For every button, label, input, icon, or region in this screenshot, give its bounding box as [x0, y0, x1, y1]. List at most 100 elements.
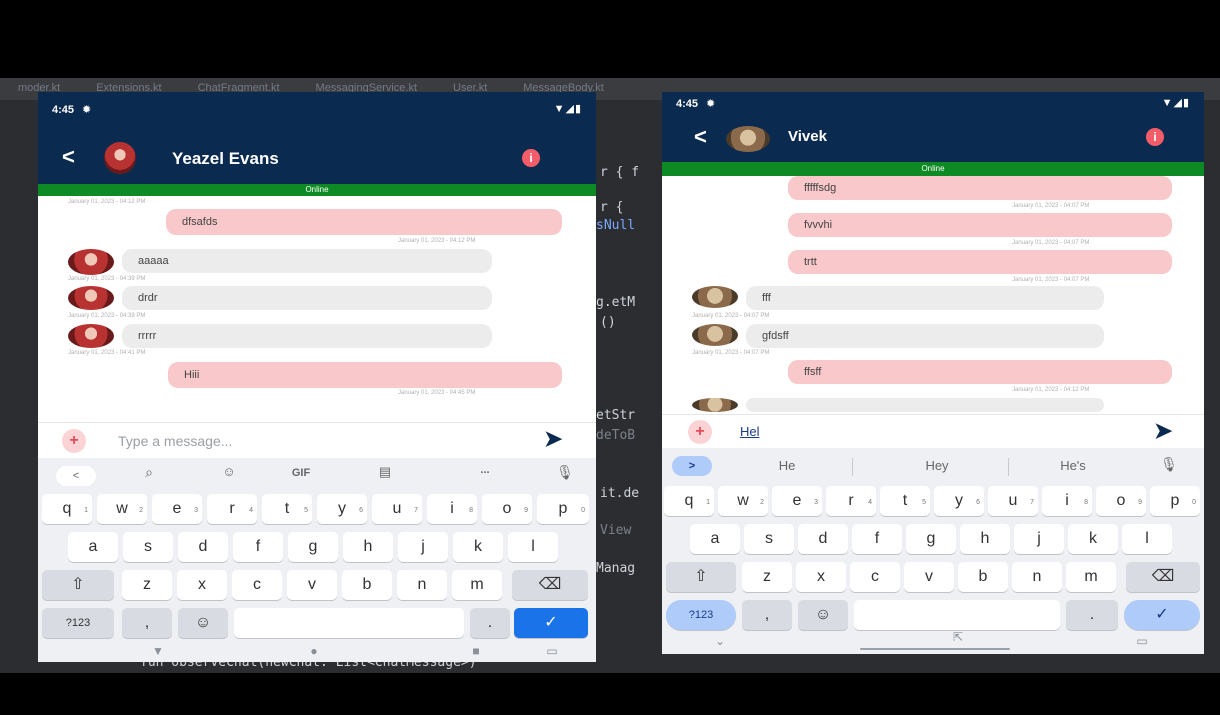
search-icon[interactable]: ⌕: [134, 464, 164, 481]
key-d[interactable]: d: [798, 524, 848, 554]
key-n[interactable]: n: [397, 570, 447, 600]
sent-message[interactable]: Hiii: [168, 362, 562, 388]
mic-icon[interactable]: 🎙: [1154, 456, 1184, 473]
suggestion-expand-icon[interactable]: >: [672, 456, 712, 476]
enter-check-icon[interactable]: ✓: [1124, 600, 1200, 630]
sent-message[interactable]: ffsff: [788, 360, 1172, 384]
key-z[interactable]: z: [742, 562, 792, 592]
key-a[interactable]: a: [68, 532, 118, 562]
sent-message[interactable]: trtt: [788, 250, 1172, 274]
key-f[interactable]: f: [233, 532, 283, 562]
key-y[interactable]: y6: [317, 494, 367, 524]
nav-back-icon[interactable]: ▼: [148, 644, 168, 658]
key-t[interactable]: t5: [880, 486, 930, 516]
keyboard-hide-icon[interactable]: ⌄: [710, 634, 730, 648]
more-icon[interactable]: ...: [470, 464, 500, 476]
comma-key[interactable]: ,: [122, 608, 172, 638]
send-icon[interactable]: ➤: [544, 426, 562, 452]
key-c[interactable]: c: [850, 562, 900, 592]
period-key[interactable]: .: [470, 608, 510, 638]
emoji-key-icon[interactable]: ☺: [178, 608, 228, 638]
key-g[interactable]: g: [906, 524, 956, 554]
key-j[interactable]: j: [398, 532, 448, 562]
key-l[interactable]: l: [1122, 524, 1172, 554]
key-v[interactable]: v: [287, 570, 337, 600]
suggestion[interactable]: He's: [1028, 458, 1118, 473]
back-arrow-icon[interactable]: <: [694, 124, 707, 150]
backspace-key[interactable]: ⌫: [1126, 562, 1200, 592]
symbols-key[interactable]: ?123: [666, 600, 736, 630]
back-arrow-icon[interactable]: <: [62, 144, 75, 170]
attach-plus-icon[interactable]: +: [62, 429, 86, 453]
key-p[interactable]: p0: [537, 494, 589, 524]
key-w[interactable]: w2: [97, 494, 147, 524]
key-x[interactable]: x: [177, 570, 227, 600]
key-r[interactable]: r4: [207, 494, 257, 524]
enter-check-icon[interactable]: ✓: [514, 608, 588, 638]
received-message[interactable]: fff: [746, 286, 1104, 310]
received-message[interactable]: rrrrr: [122, 324, 492, 348]
keyboard-switch-icon[interactable]: ▭: [1132, 634, 1152, 648]
comma-key[interactable]: ,: [742, 600, 792, 630]
received-message[interactable]: aaaaa: [122, 249, 492, 273]
backspace-key[interactable]: ⌫: [512, 570, 588, 600]
key-h[interactable]: h: [960, 524, 1010, 554]
mic-icon[interactable]: 🎙: [550, 464, 580, 481]
key-d[interactable]: d: [178, 532, 228, 562]
key-y[interactable]: y6: [934, 486, 984, 516]
key-u[interactable]: u7: [988, 486, 1038, 516]
key-s[interactable]: s: [744, 524, 794, 554]
received-message[interactable]: [746, 398, 1104, 412]
keyboard-collapse-icon[interactable]: <: [56, 466, 96, 486]
emoji-key-icon[interactable]: ☺: [798, 600, 848, 630]
shift-key[interactable]: ⇧: [666, 562, 736, 592]
key-g[interactable]: g: [288, 532, 338, 562]
message-input[interactable]: Hel: [740, 424, 760, 439]
space-key[interactable]: [854, 600, 1060, 630]
avatar[interactable]: [104, 142, 136, 174]
suggestion[interactable]: He: [742, 458, 832, 473]
avatar[interactable]: [726, 126, 770, 152]
sticker-icon[interactable]: ☺: [214, 464, 244, 479]
key-i[interactable]: i8: [1042, 486, 1092, 516]
key-t[interactable]: t5: [262, 494, 312, 524]
key-k[interactable]: k: [453, 532, 503, 562]
key-w[interactable]: w2: [718, 486, 768, 516]
nav-home-icon[interactable]: ●: [304, 644, 324, 658]
attach-plus-icon[interactable]: +: [688, 420, 712, 444]
key-v[interactable]: v: [904, 562, 954, 592]
key-a[interactable]: a: [690, 524, 740, 554]
key-l[interactable]: l: [508, 532, 558, 562]
message-input[interactable]: Type a message...: [118, 433, 232, 449]
key-f[interactable]: f: [852, 524, 902, 554]
key-q[interactable]: q1: [42, 494, 92, 524]
received-message[interactable]: drdr: [122, 286, 492, 310]
key-p[interactable]: p0: [1150, 486, 1200, 516]
key-m[interactable]: m: [452, 570, 502, 600]
key-b[interactable]: b: [958, 562, 1008, 592]
space-key[interactable]: [234, 608, 464, 638]
key-s[interactable]: s: [123, 532, 173, 562]
info-icon[interactable]: i: [1146, 128, 1164, 146]
key-e[interactable]: e3: [772, 486, 822, 516]
suggestion[interactable]: Hey: [882, 458, 992, 473]
nav-recents-icon[interactable]: ■: [466, 644, 486, 658]
info-icon[interactable]: i: [522, 149, 540, 167]
key-x[interactable]: x: [796, 562, 846, 592]
shift-key[interactable]: ⇧: [42, 570, 114, 600]
gesture-bar[interactable]: [860, 648, 1010, 650]
sent-message[interactable]: dfsafds: [166, 209, 562, 235]
key-u[interactable]: u7: [372, 494, 422, 524]
period-key[interactable]: .: [1066, 600, 1118, 630]
key-b[interactable]: b: [342, 570, 392, 600]
key-o[interactable]: o9: [482, 494, 532, 524]
gif-button[interactable]: GIF: [286, 467, 316, 479]
key-n[interactable]: n: [1012, 562, 1062, 592]
key-r[interactable]: r4: [826, 486, 876, 516]
key-o[interactable]: o9: [1096, 486, 1146, 516]
sent-message[interactable]: fvvvhi: [788, 213, 1172, 237]
key-h[interactable]: h: [343, 532, 393, 562]
received-message[interactable]: gfdsff: [746, 324, 1104, 348]
key-e[interactable]: e3: [152, 494, 202, 524]
key-c[interactable]: c: [232, 570, 282, 600]
